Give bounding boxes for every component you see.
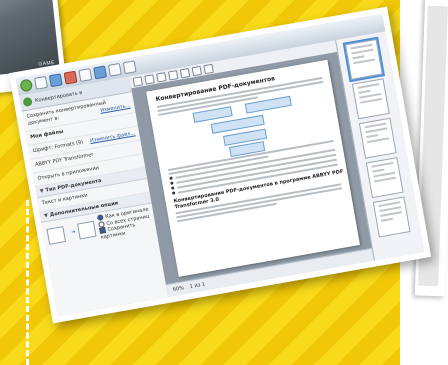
page-indicator: 1 из 1 — [189, 281, 206, 291]
chevron-down-icon: ▼ — [39, 188, 45, 195]
document-view[interactable]: Конвертирование PDF-документов Конвертир… — [131, 51, 373, 286]
print-icon[interactable] — [93, 65, 108, 80]
new-document-icon[interactable] — [34, 75, 48, 90]
game-photo-image: GAME — [0, 0, 60, 76]
page-thumbnail[interactable] — [358, 117, 397, 159]
zoom-out-icon[interactable] — [167, 69, 179, 80]
page-thumbnail[interactable] — [372, 196, 411, 238]
open-file-icon[interactable] — [19, 78, 34, 93]
radio-icon[interactable] — [96, 214, 104, 222]
result-page-icon — [77, 220, 97, 240]
source-page-icon — [46, 225, 66, 245]
dashed-divider-line — [26, 200, 29, 365]
hand-tool-icon[interactable] — [132, 75, 143, 87]
select-tool-icon[interactable] — [144, 73, 155, 85]
convert-icon[interactable] — [48, 73, 63, 88]
save-icon[interactable] — [78, 68, 93, 82]
zoom-icon[interactable] — [107, 62, 122, 77]
target-folder-label: Мои файлы — [29, 128, 65, 141]
chevron-down-icon: ▼ — [43, 212, 49, 220]
settings-icon[interactable] — [122, 60, 137, 75]
page-thumbnail[interactable] — [365, 157, 404, 199]
pdf-icon[interactable] — [63, 70, 78, 85]
convert-circle-icon — [22, 96, 33, 108]
search-icon[interactable] — [203, 63, 214, 74]
rotate-icon[interactable] — [179, 67, 191, 78]
zoom-level[interactable]: 60% — [172, 285, 184, 293]
page-thumbnail[interactable] — [351, 78, 390, 120]
pdf-page: Конвертирование PDF-документов Конвертир… — [146, 59, 361, 277]
fit-page-icon[interactable] — [191, 65, 202, 76]
zoom-in-icon[interactable] — [156, 71, 167, 83]
options-list: Как в оригинале Со всех страниц Сохранит… — [96, 206, 153, 240]
page-thumbnail[interactable] — [342, 36, 386, 83]
arrow-right-icon: ➜ — [70, 228, 77, 236]
